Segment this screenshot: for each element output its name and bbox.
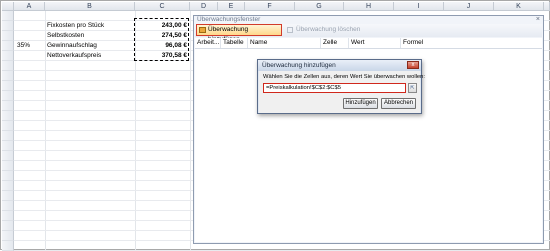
row-header[interactable] bbox=[2, 71, 14, 81]
spreadsheet-window: A B C D E F G H I J K Fixkosten pro Stüc… bbox=[0, 0, 550, 251]
row-header[interactable] bbox=[2, 171, 14, 181]
row-header[interactable] bbox=[2, 11, 14, 21]
column-header-c[interactable]: C bbox=[135, 2, 190, 11]
watch-list-header: Arbeit... Tabelle Name Zelle Wert Formel bbox=[195, 38, 542, 49]
header-cell[interactable]: Zelle bbox=[323, 39, 337, 47]
range-reference-input[interactable]: =Preiskalkulation!$C$2:$C$5 bbox=[263, 83, 406, 93]
row-header[interactable] bbox=[2, 91, 14, 101]
row-header[interactable] bbox=[2, 121, 14, 131]
row-header[interactable] bbox=[2, 111, 14, 121]
close-icon[interactable]: x bbox=[407, 61, 419, 69]
row-header[interactable] bbox=[2, 131, 14, 141]
cell-a-prozent[interactable]: 35% bbox=[17, 42, 30, 50]
row-header[interactable] bbox=[2, 231, 14, 241]
row-header[interactable] bbox=[2, 191, 14, 201]
add-watch-button[interactable]: Überwachung hinzufügen... bbox=[196, 24, 282, 43]
column-header-h[interactable]: H bbox=[344, 2, 394, 11]
delete-watch-icon bbox=[287, 27, 293, 33]
header-formula[interactable]: Formel bbox=[403, 39, 423, 47]
row-header[interactable] bbox=[2, 201, 14, 211]
row-header[interactable] bbox=[2, 51, 14, 61]
column-header-g[interactable]: G bbox=[295, 2, 344, 11]
watch-window-panel: Überwachungsfenster × Überwachung hinzuf… bbox=[193, 15, 544, 244]
row-header[interactable] bbox=[2, 161, 14, 171]
row-header[interactable] bbox=[2, 61, 14, 71]
cell-b-gewinnaufschlag[interactable]: Gewinnaufschlag bbox=[47, 42, 97, 50]
column-header-k[interactable]: K bbox=[494, 2, 544, 11]
column-header-e[interactable]: E bbox=[218, 2, 245, 11]
header-value[interactable]: Wert bbox=[351, 39, 365, 47]
column-header-d[interactable]: D bbox=[190, 2, 218, 11]
cell-b-selbstkosten[interactable]: Selbstkosten bbox=[47, 32, 84, 40]
row-header[interactable] bbox=[2, 31, 14, 41]
row-header[interactable] bbox=[2, 221, 14, 231]
row-header[interactable] bbox=[2, 151, 14, 161]
column-header-j[interactable]: J bbox=[444, 2, 494, 11]
watch-window-title: Überwachungsfenster bbox=[197, 16, 261, 23]
row-header[interactable] bbox=[2, 101, 14, 111]
cancel-button[interactable]: Abbrechen bbox=[381, 98, 416, 109]
header-sheet[interactable]: Tabelle bbox=[223, 39, 244, 47]
dialog-title: Überwachung hinzufügen bbox=[262, 62, 336, 69]
close-icon[interactable]: × bbox=[536, 16, 540, 24]
row-header[interactable] bbox=[2, 81, 14, 91]
add-watch-dialog: Überwachung hinzufügen x Wählen Sie die … bbox=[257, 59, 425, 114]
copy-marquee-selection bbox=[134, 18, 189, 61]
column-header-f[interactable]: F bbox=[245, 2, 295, 11]
header-name[interactable]: Name bbox=[250, 39, 267, 47]
delete-watch-label: Überwachung löschen bbox=[296, 26, 361, 33]
dialog-body: Wählen Sie die Zellen aus, deren Wert Si… bbox=[259, 71, 425, 113]
add-watch-icon bbox=[199, 27, 206, 33]
cell-b-fixkosten[interactable]: Fixkosten pro Stück bbox=[47, 22, 104, 30]
row-header[interactable] bbox=[2, 211, 14, 221]
dialog-titlebar[interactable]: Überwachung hinzufügen x bbox=[258, 60, 421, 71]
column-header-b[interactable]: B bbox=[45, 2, 135, 11]
delete-watch-button[interactable]: Überwachung löschen bbox=[286, 25, 360, 36]
row-header[interactable] bbox=[2, 141, 14, 151]
row-header[interactable] bbox=[2, 41, 14, 51]
dialog-prompt: Wählen Sie die Zellen aus, deren Wert Si… bbox=[263, 74, 425, 80]
select-all-corner[interactable] bbox=[2, 2, 14, 11]
row-header[interactable] bbox=[2, 21, 14, 31]
column-header-partial bbox=[544, 2, 550, 11]
add-button[interactable]: Hinzufügen bbox=[343, 98, 378, 109]
column-header-i[interactable]: I bbox=[394, 2, 444, 11]
collapse-dialog-icon[interactable]: ⇱ bbox=[408, 83, 417, 93]
cell-b-nettoverkaufspreis[interactable]: Nettoverkaufspreis bbox=[47, 52, 101, 60]
row-header[interactable] bbox=[2, 181, 14, 191]
header-workbook[interactable]: Arbeit... bbox=[197, 39, 219, 47]
column-header-a[interactable]: A bbox=[14, 2, 45, 11]
